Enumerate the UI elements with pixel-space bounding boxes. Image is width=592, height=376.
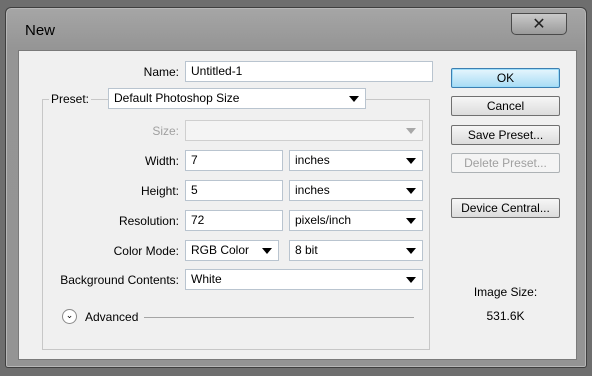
chevron-down-icon [262,248,272,254]
advanced-label[interactable]: Advanced [85,310,138,324]
cancel-button[interactable]: Cancel [451,96,560,116]
background-contents-label: Background Contents: [60,273,179,287]
bit-depth-value: 8 bit [295,243,318,257]
chevron-down-icon [406,277,416,283]
chevron-down-icon [406,158,416,164]
chevron-down-icon [406,128,416,134]
background-contents-value: White [191,272,222,286]
color-mode-select[interactable]: RGB Color [185,240,279,261]
advanced-divider [144,317,414,318]
ok-button[interactable]: OK [451,68,560,88]
height-input[interactable]: 5 [185,180,283,201]
resolution-unit-select[interactable]: pixels/inch [289,210,423,231]
close-icon: ✕ [532,14,546,33]
delete-preset-button[interactable]: Delete Preset... [451,153,560,173]
close-button[interactable]: ✕ [511,13,567,35]
resolution-label: Resolution: [118,214,179,228]
save-preset-button[interactable]: Save Preset... [451,125,560,145]
new-document-dialog: New ✕ Name: Untitled-1 Preset: Default P… [5,7,587,368]
dialog-title: New [25,22,56,39]
expand-advanced-icon[interactable]: ⌄ [62,309,77,324]
image-size-label: Image Size: [473,285,538,299]
preset-select[interactable]: Default Photoshop Size [108,88,366,109]
resolution-input[interactable]: 72 [185,210,283,231]
dialog-content: Name: Untitled-1 Preset: Default Photosh… [18,50,577,360]
chevron-down-icon [406,218,416,224]
device-central-button[interactable]: Device Central... [451,198,560,218]
preset-value: Default Photoshop Size [114,91,240,105]
width-input[interactable]: 7 [185,150,283,171]
chevron-down-icon [349,96,359,102]
height-unit-value: inches [295,183,330,197]
color-mode-label: Color Mode: [113,244,179,258]
height-label: Height: [140,184,179,198]
width-label: Width: [144,154,179,168]
height-unit-select[interactable]: inches [289,180,423,201]
size-select[interactable] [185,120,423,141]
chevron-down-icon [406,188,416,194]
name-label: Name: [143,65,179,79]
name-input[interactable]: Untitled-1 [185,61,433,82]
size-label: Size: [152,124,179,138]
chevron-down-icon [406,248,416,254]
bit-depth-select[interactable]: 8 bit [289,240,423,261]
color-mode-value: RGB Color [191,243,250,257]
width-unit-value: inches [295,153,330,167]
preset-label: Preset: [49,92,92,106]
image-size-value: 531.6K [486,309,525,323]
resolution-unit-value: pixels/inch [295,213,352,227]
background-contents-select[interactable]: White [185,269,423,290]
width-unit-select[interactable]: inches [289,150,423,171]
